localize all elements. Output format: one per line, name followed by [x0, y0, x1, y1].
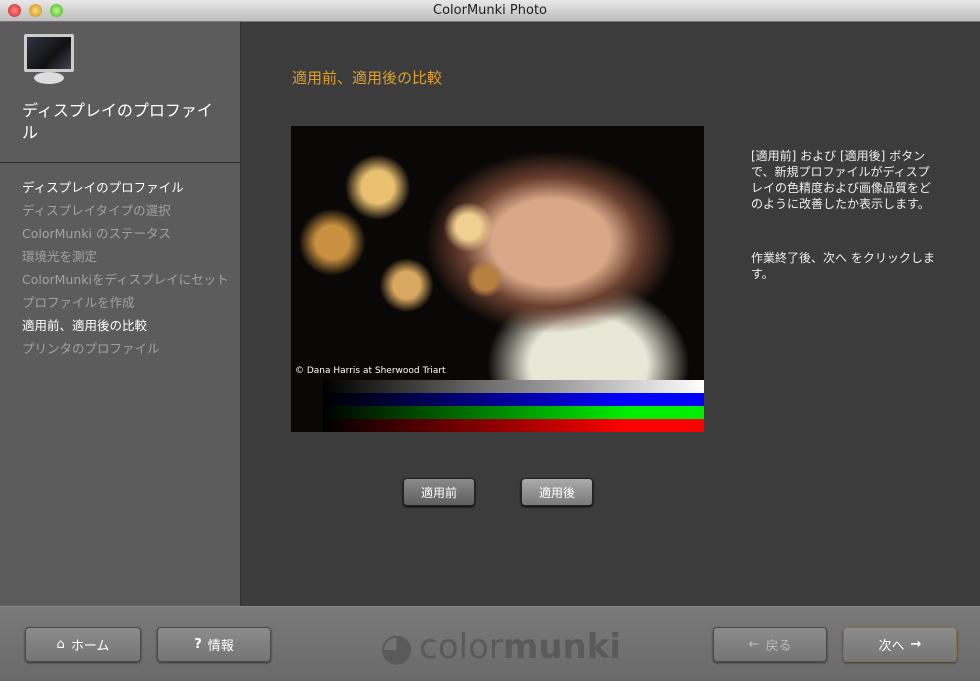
arrow-left-icon: ← — [748, 637, 760, 652]
question-icon: ? — [194, 637, 202, 652]
logo-text-bold: munki — [502, 627, 622, 667]
page-title: 適用前、適用後の比較 — [292, 69, 443, 87]
info-button[interactable]: ? 情報 — [157, 627, 271, 662]
window-title: ColorMunki Photo — [433, 3, 547, 18]
close-button[interactable] — [8, 4, 21, 17]
logo-icon: ◕ — [380, 625, 414, 669]
zoom-button[interactable] — [50, 4, 63, 17]
red-ramp — [323, 419, 704, 432]
before-button[interactable]: 適用前 — [403, 478, 475, 506]
display-stand-icon — [34, 72, 64, 84]
back-label: 戻る — [765, 639, 792, 654]
next-label: 次へ — [878, 639, 905, 654]
display-icon — [24, 34, 74, 72]
sidebar-title: ディスプレイのプロファイル — [22, 101, 213, 142]
divider — [0, 162, 241, 163]
step-status: ColorMunki のステータス — [22, 226, 171, 241]
next-button[interactable]: 次へ → — [843, 627, 957, 662]
sidebar: ディスプレイのプロファイル ディスプレイのプロファイル ディスプレイタイプの選択… — [0, 22, 241, 606]
home-label: ホーム — [70, 639, 110, 654]
gray-ramp — [323, 380, 704, 393]
instruction-text: 作業終了後、次へ をクリックします。 — [751, 251, 935, 281]
minimize-button[interactable] — [29, 4, 42, 17]
home-icon: ⌂ — [56, 637, 65, 652]
step-create-profile: プロファイルを作成 — [22, 295, 135, 310]
step-printer-profile: プリンタのプロファイル — [22, 341, 160, 356]
blue-ramp — [323, 393, 704, 406]
step-display-profile: ディスプレイのプロファイル — [22, 180, 184, 195]
colormunki-logo: ◕ colormunki — [380, 625, 621, 669]
title-bar: ColorMunki Photo — [0, 0, 980, 22]
back-button[interactable]: ← 戻る — [713, 627, 827, 662]
description-text: [適用前] および [適用後] ボタンで、新規プロファイルがディスプレイの色精度… — [751, 149, 932, 211]
sample-photo: © Dana Harris at Sherwood Triart — [291, 126, 704, 432]
step-set-device: ColorMunkiをディスプレイにセット — [22, 272, 229, 287]
step-compare: 適用前、適用後の比較 — [22, 318, 148, 333]
description: [適用前] および [適用後] ボタンで、新規プロファイルがディスプレイの色精度… — [751, 148, 935, 282]
step-display-type: ディスプレイタイプの選択 — [22, 203, 171, 218]
home-button[interactable]: ⌂ ホーム — [25, 627, 141, 662]
green-ramp — [323, 406, 704, 419]
footer: ⌂ ホーム ? 情報 ◕ colormunki ← 戻る 次へ → — [0, 606, 980, 681]
info-label: 情報 — [207, 639, 234, 654]
after-button[interactable]: 適用後 — [521, 478, 593, 506]
step-ambient-light: 環境光を測定 — [22, 249, 98, 264]
logo-text-light: color — [419, 627, 503, 667]
step-list: ディスプレイのプロファイル ディスプレイタイプの選択 ColorMunki のス… — [22, 180, 232, 364]
main-panel: 適用前、適用後の比較 © Dana Harris at Sherwood Tri… — [242, 22, 980, 606]
photo-caption: © Dana Harris at Sherwood Triart — [295, 366, 446, 376]
arrow-right-icon: → — [910, 637, 922, 652]
